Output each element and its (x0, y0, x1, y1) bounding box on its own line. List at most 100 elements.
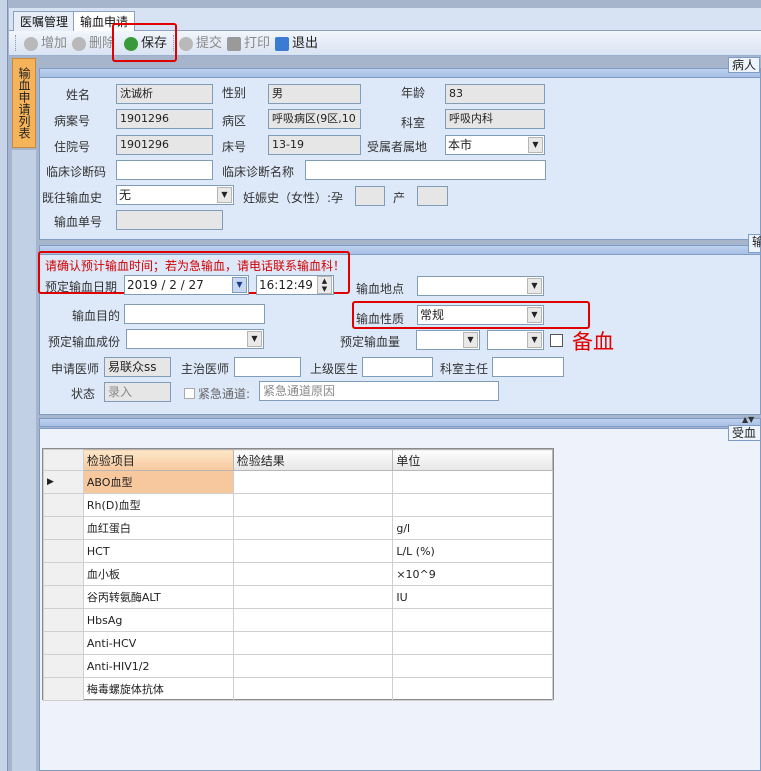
cell-item[interactable]: 谷丙转氨酶ALT (82, 585, 234, 609)
amount-checkbox[interactable] (550, 334, 563, 347)
birth-field[interactable] (417, 186, 448, 206)
row-header[interactable] (43, 677, 84, 701)
cell-item[interactable]: ABO血型 (82, 470, 234, 494)
cell-unit[interactable]: ×10^9 (392, 562, 553, 586)
row-header[interactable] (43, 631, 84, 655)
cell-unit[interactable] (392, 608, 553, 632)
order-no-field[interactable] (116, 210, 223, 230)
location-select[interactable]: 本市 ▼ (445, 135, 545, 155)
table-row[interactable]: 梅毒螺旋体抗体 (43, 677, 553, 701)
table-row[interactable]: Anti-HCV (43, 631, 553, 655)
attending-field[interactable] (234, 357, 301, 377)
table-row[interactable]: 血小板 ×10^9 (43, 562, 553, 586)
table-row[interactable]: HCT L/L (%) (43, 539, 553, 563)
chevron-down-icon: ▼ (247, 331, 262, 347)
cell-item[interactable]: HbsAg (82, 608, 234, 632)
purpose-field[interactable] (124, 304, 265, 324)
cell-result[interactable] (232, 677, 394, 701)
results-panel-tab[interactable]: 受血 (728, 425, 761, 441)
cell-unit[interactable] (392, 493, 553, 517)
dept-field[interactable]: 呼吸内科 (445, 109, 545, 129)
table-row[interactable]: Anti-HIV1/2 (43, 654, 553, 678)
collapse-arrows-icon[interactable]: ▲▼ (742, 415, 754, 424)
cell-item[interactable]: 血小板 (82, 562, 234, 586)
cell-result[interactable] (232, 539, 394, 563)
inpatient-no-field[interactable]: 1901296 (116, 135, 213, 155)
cell-item[interactable]: Anti-HIV1/2 (82, 654, 234, 678)
cell-item[interactable]: 血红蛋白 (82, 516, 234, 540)
cell-item[interactable]: Anti-HCV (82, 631, 234, 655)
name-field[interactable]: 沈诚析 (116, 84, 213, 104)
cell-unit[interactable] (392, 654, 553, 678)
side-tab-request-list[interactable]: 输血申请列表 (12, 58, 36, 148)
table-row[interactable]: ▶ ABO血型 (43, 470, 553, 494)
patient-panel-tab[interactable]: 病人 (727, 57, 760, 73)
table-row[interactable]: 谷丙转氨酶ALT IU (43, 585, 553, 609)
diag-code-field[interactable] (116, 160, 213, 180)
place-label: 输血地点 (356, 282, 405, 296)
cell-result[interactable] (232, 493, 394, 517)
spinner-icon[interactable]: ▲ ▼ (317, 276, 332, 294)
component-select[interactable]: ▼ (126, 329, 264, 349)
cell-result[interactable] (232, 516, 394, 540)
cell-unit[interactable] (392, 631, 553, 655)
cell-unit[interactable] (392, 677, 553, 701)
row-header[interactable] (43, 608, 84, 632)
bed-field[interactable]: 13-19 (268, 135, 361, 155)
emergency-checkbox[interactable] (184, 388, 195, 399)
column-header-result[interactable]: 检验结果 (232, 449, 394, 471)
cell-item[interactable]: Rh(D)血型 (82, 493, 234, 517)
cell-unit[interactable] (392, 470, 553, 494)
status-field[interactable]: 录入 (104, 382, 171, 402)
cell-unit[interactable]: g/l (392, 516, 553, 540)
cell-item[interactable]: HCT (82, 539, 234, 563)
doctor-field[interactable]: 易联众ss (104, 357, 171, 377)
table-row[interactable]: Rh(D)血型 (43, 493, 553, 517)
table-row[interactable]: 血红蛋白 g/l (43, 516, 553, 540)
superior-field[interactable] (362, 357, 433, 377)
print-button[interactable]: 打印 (227, 34, 270, 54)
submit-button[interactable]: 提交 (179, 34, 222, 54)
diag-name-field[interactable] (305, 160, 546, 180)
ward-field[interactable]: 呼吸病区(9区,10 (268, 109, 361, 129)
cell-unit[interactable]: IU (392, 585, 553, 609)
purpose-label: 输血目的 (72, 309, 121, 323)
cell-result[interactable] (232, 608, 394, 632)
current-row-arrow-icon[interactable]: ▶ (43, 470, 84, 494)
row-header[interactable] (43, 493, 84, 517)
record-no-field[interactable]: 1901296 (116, 109, 213, 129)
place-select[interactable]: ▼ (417, 276, 544, 296)
amount-unit-select[interactable]: ▼ (487, 330, 544, 350)
cell-result[interactable] (232, 585, 394, 609)
director-field[interactable] (492, 357, 564, 377)
row-header[interactable] (43, 654, 84, 678)
row-header[interactable] (43, 585, 84, 609)
cell-unit[interactable]: L/L (%) (392, 539, 553, 563)
row-header[interactable] (43, 562, 84, 586)
pregnancy-field[interactable] (355, 186, 385, 206)
exit-button[interactable]: 退出 (275, 34, 318, 54)
column-header-item[interactable]: 检验项目 (82, 449, 234, 471)
cell-result[interactable] (232, 654, 394, 678)
cell-result[interactable] (232, 562, 394, 586)
column-header-unit[interactable]: 单位 (392, 449, 553, 471)
delete-button[interactable]: 删除 (72, 34, 115, 54)
cell-result[interactable] (232, 470, 394, 494)
cell-result[interactable] (232, 631, 394, 655)
emergency-reason-field[interactable]: 紧急通道原因 (259, 381, 499, 401)
transfusion-panel-tab[interactable]: 输 (748, 234, 761, 253)
history-select[interactable]: 无 ▼ (116, 185, 234, 205)
add-button[interactable]: 增加 (24, 34, 67, 54)
splitter[interactable] (39, 418, 761, 427)
nature-select[interactable]: 常规 ▼ (417, 305, 544, 325)
row-header[interactable] (43, 539, 84, 563)
tab-orders[interactable]: 医嘱管理 (13, 11, 76, 32)
amount-select[interactable]: ▼ (416, 330, 480, 350)
date-picker[interactable]: 2019 / 2 / 27 ▼ (124, 275, 249, 295)
age-field[interactable]: 83 (445, 84, 545, 104)
time-picker[interactable]: 16:12:49 ▲ ▼ (256, 275, 334, 295)
table-row[interactable]: HbsAg (43, 608, 553, 632)
gender-field[interactable]: 男 (268, 84, 361, 104)
row-header[interactable] (43, 516, 84, 540)
cell-item[interactable]: 梅毒螺旋体抗体 (82, 677, 234, 701)
